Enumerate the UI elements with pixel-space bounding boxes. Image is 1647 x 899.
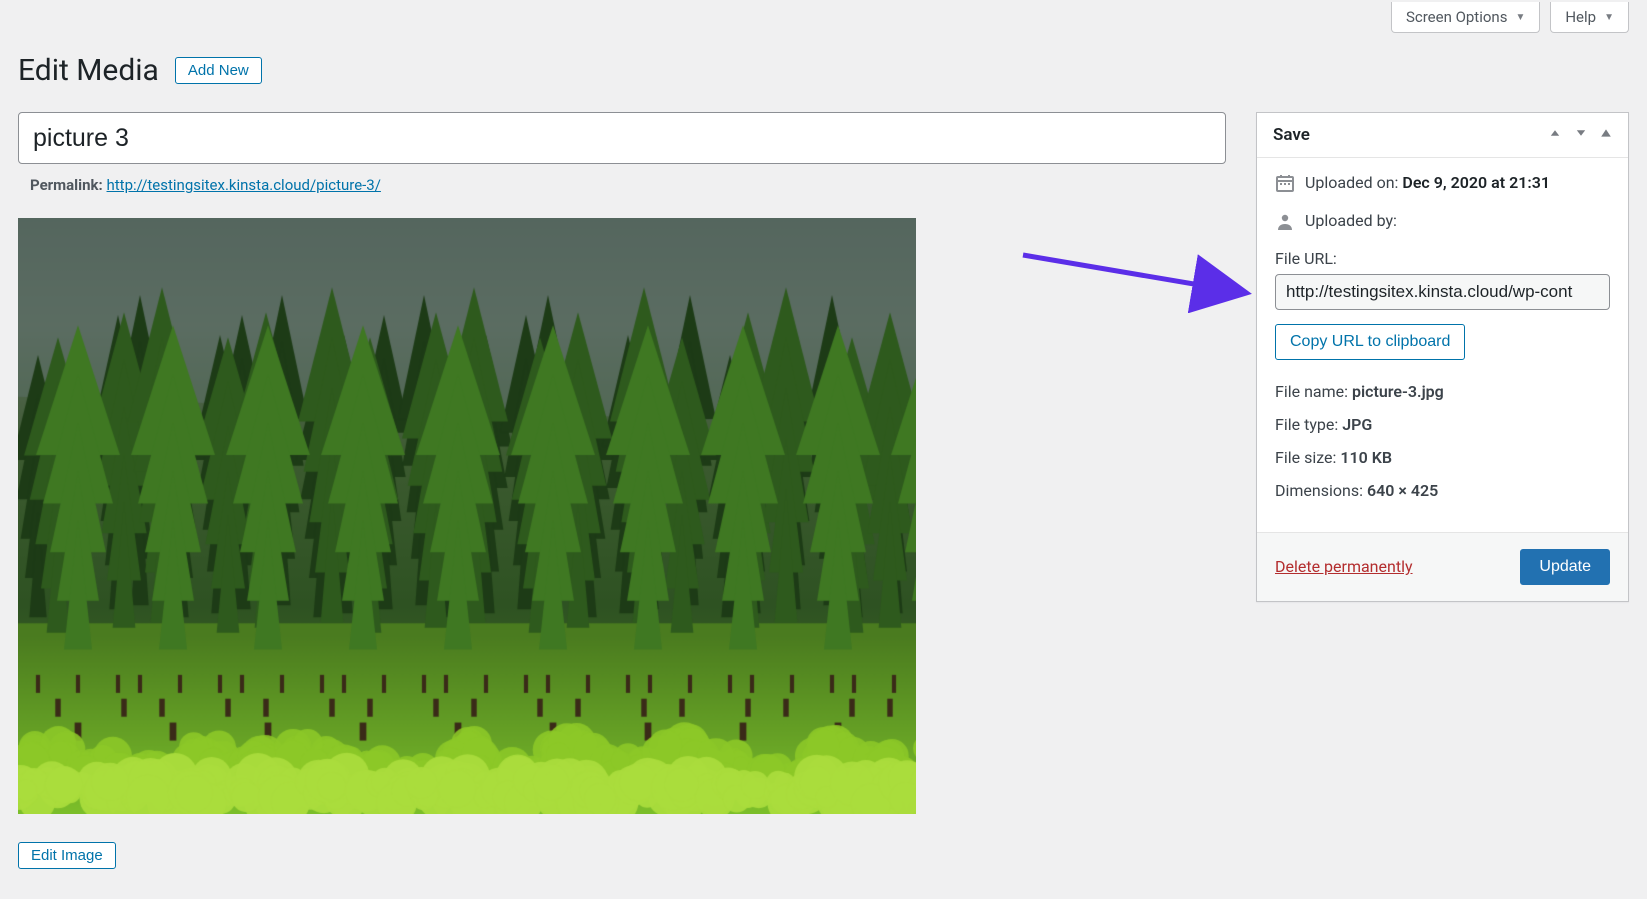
calendar-icon	[1275, 173, 1295, 193]
help-tab[interactable]: Help ▼	[1550, 2, 1629, 33]
caret-down-icon: ▼	[1515, 12, 1525, 23]
permalink-row: Permalink: http://testingsitex.kinsta.cl…	[18, 176, 1226, 194]
caret-down-icon: ▼	[1604, 12, 1614, 23]
update-button[interactable]: Update	[1520, 549, 1610, 585]
file-name-label: File name:	[1275, 382, 1348, 401]
file-name-value: picture-3.jpg	[1352, 382, 1444, 401]
uploaded-by-label: Uploaded by:	[1305, 211, 1397, 230]
delete-permanently-link[interactable]: Delete permanently	[1275, 557, 1413, 576]
dimensions-label: Dimensions:	[1275, 481, 1363, 500]
user-icon	[1275, 212, 1295, 232]
file-type-value: JPG	[1342, 415, 1372, 434]
add-new-button[interactable]: Add New	[175, 57, 262, 84]
file-url-input[interactable]	[1275, 274, 1610, 310]
panel-toggle-icon[interactable]	[1600, 127, 1612, 143]
screen-options-label: Screen Options	[1406, 8, 1508, 26]
uploaded-on-label: Uploaded on:	[1305, 173, 1398, 192]
uploaded-on-value: Dec 9, 2020 at 21:31	[1402, 173, 1550, 192]
media-preview-image	[18, 218, 916, 814]
file-url-label: File URL:	[1275, 249, 1610, 268]
screen-options-tab[interactable]: Screen Options ▼	[1391, 2, 1540, 33]
help-label: Help	[1565, 8, 1596, 26]
permalink-label: Permalink:	[30, 176, 103, 194]
copy-url-button[interactable]: Copy URL to clipboard	[1275, 324, 1465, 360]
panel-move-down-icon[interactable]	[1574, 126, 1588, 144]
permalink-link[interactable]: http://testingsitex.kinsta.cloud/picture…	[107, 176, 381, 194]
page-title: Edit Media	[18, 53, 159, 88]
save-postbox-title: Save	[1273, 125, 1310, 145]
dimensions-value: 640 × 425	[1367, 481, 1438, 500]
media-title-input[interactable]	[18, 112, 1226, 164]
save-postbox: Save	[1256, 112, 1629, 602]
file-size-label: File size:	[1275, 448, 1336, 467]
edit-image-button[interactable]: Edit Image	[18, 842, 116, 869]
panel-move-up-icon[interactable]	[1548, 126, 1562, 144]
file-type-label: File type:	[1275, 415, 1338, 434]
file-size-value: 110 KB	[1340, 448, 1392, 467]
